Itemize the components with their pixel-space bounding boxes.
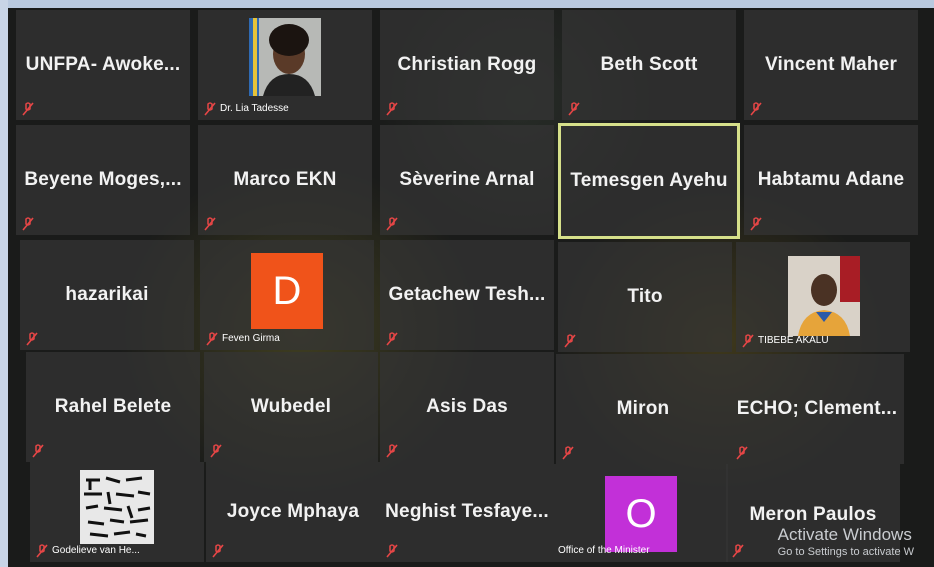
participant-avatar: D <box>251 253 323 329</box>
participant-tile[interactable]: Asis Das <box>380 352 554 462</box>
participant-name: Miron <box>616 398 670 419</box>
participant-caption: Feven Girma <box>222 333 280 344</box>
participant-name: Rahel Belete <box>54 396 172 417</box>
participant-name: Wubedel <box>250 396 332 417</box>
participant-tile[interactable]: Sèverine Arnal <box>380 125 554 235</box>
mic-off-icon <box>732 544 746 558</box>
participant-name: Christian Rogg <box>397 54 537 75</box>
participant-tile[interactable]: Beth Scott <box>562 10 736 120</box>
watermark-title: Activate Windows <box>777 525 912 544</box>
participant-tile[interactable]: Miron <box>556 354 730 464</box>
mic-off-icon <box>210 444 224 458</box>
participant-caption: Office of the Minister <box>558 545 650 556</box>
participant-tile[interactable]: D Feven Girma <box>200 240 374 350</box>
screen-bezel-top <box>0 0 934 8</box>
avatar-letter: D <box>272 268 302 313</box>
watermark-subtitle: Go to Settings to activate W <box>777 546 914 558</box>
participant-name: Beyene Moges,... <box>24 169 182 190</box>
participant-name: Marco EKN <box>233 169 337 190</box>
activate-windows-watermark: Activate Windows Go to Settings to activ… <box>778 525 914 559</box>
avatar-letter: O <box>625 491 657 536</box>
participant-tile[interactable]: Getachew Tesh... <box>380 240 554 350</box>
participant-name: UNFPA- Awoke... <box>25 54 181 75</box>
mic-off-icon <box>742 334 756 348</box>
participant-name: Beth Scott <box>600 54 698 75</box>
mic-off-icon <box>204 217 218 231</box>
mic-off-icon <box>562 446 576 460</box>
mic-off-icon <box>206 332 220 346</box>
participant-tile[interactable]: Marco EKN <box>198 125 372 235</box>
participant-tile[interactable]: Vincent Maher <box>744 10 918 120</box>
screen-bezel-left <box>0 0 8 567</box>
participant-name: ECHO; Clement... <box>736 398 898 419</box>
participant-name: Neghist Tesfaye... <box>385 501 549 522</box>
participant-name: Getachew Tesh... <box>388 284 546 305</box>
participant-caption: Dr. Lia Tadesse <box>220 103 289 114</box>
participant-tile[interactable]: Tito <box>558 242 732 352</box>
mic-off-icon <box>22 217 36 231</box>
participant-name: Meron Paulos <box>749 503 877 525</box>
participant-tile[interactable]: Rahel Belete <box>26 352 200 462</box>
participant-tile[interactable]: Godelieve van He... <box>30 462 204 562</box>
participant-tile[interactable]: Christian Rogg <box>380 10 554 120</box>
mic-off-icon <box>386 544 400 558</box>
participant-tile[interactable]: Dr. Lia Tadesse <box>198 10 372 120</box>
participant-tile[interactable]: Neghist Tesfaye... <box>380 462 554 562</box>
mic-off-icon <box>750 102 764 116</box>
participant-tile[interactable]: Beyene Moges,... <box>16 125 190 235</box>
participant-tile[interactable]: Wubedel <box>204 352 378 462</box>
participant-video <box>249 18 321 96</box>
participant-name: Habtamu Adane <box>757 169 905 190</box>
mic-off-icon <box>36 544 50 558</box>
mic-off-icon <box>736 446 750 460</box>
mic-off-icon <box>204 102 218 116</box>
participant-name: Joyce Mphaya <box>226 501 360 522</box>
mic-off-icon <box>32 444 46 458</box>
mic-off-icon <box>26 332 40 346</box>
participant-name: Vincent Maher <box>764 54 898 75</box>
mic-off-icon <box>750 217 764 231</box>
mic-off-icon <box>22 102 36 116</box>
participant-name: Tito <box>627 286 663 307</box>
mic-off-icon <box>386 102 400 116</box>
mic-off-icon <box>386 444 400 458</box>
participant-tile[interactable]: Joyce Mphaya <box>206 462 380 562</box>
participant-name: hazarikai <box>65 284 149 305</box>
participant-caption: Godelieve van He... <box>52 545 140 556</box>
participant-name: Temesgen Ayehu <box>570 170 728 191</box>
mic-off-icon <box>386 217 400 231</box>
participant-name: Sèverine Arnal <box>399 169 535 190</box>
mic-off-icon <box>568 102 582 116</box>
participant-tile[interactable]: O Office of the Minister <box>554 464 728 562</box>
active-speaker-tile[interactable]: Temesgen Ayehu <box>558 123 740 239</box>
participant-tile[interactable]: Habtamu Adane <box>744 125 918 235</box>
mic-off-icon <box>564 334 578 348</box>
mic-off-icon <box>212 544 226 558</box>
participant-tile[interactable]: UNFPA- Awoke... <box>16 10 190 120</box>
participant-tile[interactable]: hazarikai <box>20 240 194 350</box>
participant-avatar: O <box>605 476 677 552</box>
meeting-window: UNFPA- Awoke... Dr. Lia Tadesse Christia… <box>0 0 934 567</box>
mic-off-icon <box>386 332 400 346</box>
participant-tile[interactable]: TIBEBE AKALU <box>736 242 910 352</box>
participant-tile[interactable]: ECHO; Clement... <box>730 354 904 464</box>
participant-video <box>80 470 154 544</box>
participant-caption: TIBEBE AKALU <box>758 335 829 346</box>
participant-video <box>788 256 860 336</box>
participant-name: Asis Das <box>426 396 508 417</box>
